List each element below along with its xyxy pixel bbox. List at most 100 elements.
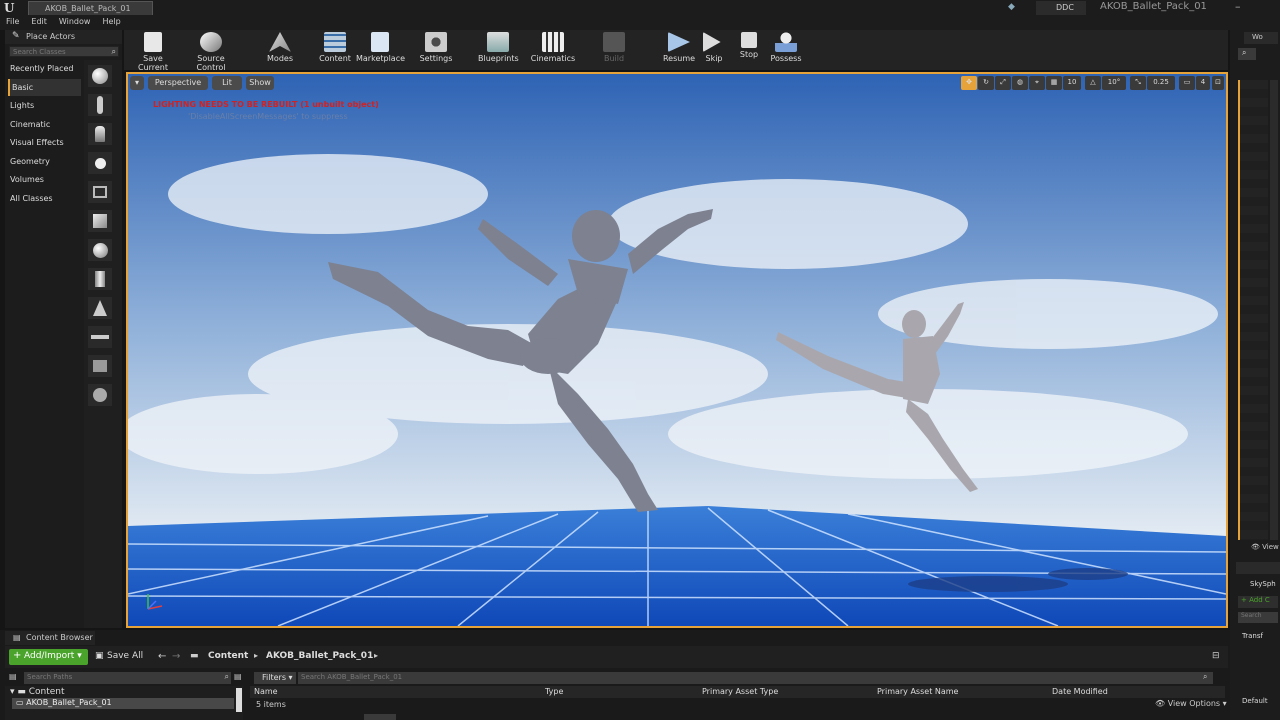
rotation-snap-icon[interactable]: △ — [1085, 76, 1101, 90]
maximize-viewport-icon[interactable]: ⊡ — [1212, 76, 1224, 90]
cone-actor-icon[interactable] — [88, 297, 112, 319]
paths-options-icon[interactable]: ▤ — [234, 672, 244, 684]
character-actor-icon[interactable] — [88, 94, 112, 116]
asset-view-scrollbar[interactable] — [364, 714, 396, 720]
grid-snap-value[interactable]: 10 — [1063, 76, 1081, 90]
modes-button[interactable]: Modes — [262, 32, 298, 68]
build-button[interactable]: Build — [598, 32, 630, 68]
column-date-modified[interactable]: Date Modified — [1052, 687, 1108, 696]
menu-bar: File Edit Window Help — [0, 15, 127, 29]
settings-button[interactable]: Settings — [418, 32, 454, 68]
cylinder-actor-icon[interactable] — [88, 268, 112, 290]
outliner-list[interactable] — [1238, 80, 1268, 540]
perspective-button[interactable]: Perspective — [148, 76, 208, 90]
breadcrumb-content[interactable]: Content — [208, 651, 248, 661]
lock-icon[interactable]: ⊟ — [1212, 651, 1220, 661]
blueprints-button[interactable]: Blueprints — [478, 32, 519, 68]
player-start-icon[interactable] — [88, 123, 112, 145]
ddc-indicator[interactable]: DDC — [1036, 1, 1086, 15]
rotate-tool-icon[interactable]: ↻ — [978, 76, 994, 90]
menu-edit[interactable]: Edit — [25, 15, 53, 29]
category-cinematic[interactable]: Cinematic — [8, 116, 81, 133]
sphere-trigger-icon[interactable] — [88, 384, 112, 406]
outliner-scrollbar[interactable] — [1270, 80, 1278, 540]
possess-button[interactable]: Possess — [768, 32, 804, 68]
class-search-input[interactable]: Search Classes ⌕ — [9, 46, 119, 57]
stop-button[interactable]: Stop — [736, 32, 762, 68]
default-section[interactable]: Default — [1242, 697, 1268, 705]
tree-scrollbar[interactable] — [236, 688, 242, 712]
point-light-icon[interactable] — [88, 152, 112, 174]
tree-item-content[interactable]: ▾ ▬ Content — [10, 687, 65, 697]
minimize-icon[interactable]: – — [1235, 0, 1280, 15]
show-button[interactable]: Show — [246, 76, 274, 90]
breadcrumb-ballet-pack[interactable]: AKOB_Ballet_Pack_01 — [266, 651, 373, 661]
category-geometry[interactable]: Geometry — [8, 153, 81, 170]
grid-snap-icon[interactable]: ▦ — [1046, 76, 1062, 90]
details-search-input[interactable]: Search — [1238, 612, 1278, 623]
blueprints-icon — [487, 32, 509, 52]
surface-snap-icon[interactable]: ⌖ — [1029, 76, 1045, 90]
plane-actor-icon[interactable] — [88, 326, 112, 348]
forward-arrow-icon[interactable]: → — [172, 651, 180, 662]
scale-snap-value[interactable]: 0.25 — [1147, 76, 1175, 90]
menu-help[interactable]: Help — [96, 15, 126, 29]
place-actors-tab[interactable]: ✎ Place Actors — [5, 30, 122, 44]
column-primary-asset-name[interactable]: Primary Asset Name — [877, 687, 958, 696]
column-primary-asset-type[interactable]: Primary Asset Type — [702, 687, 778, 696]
category-all-classes[interactable]: All Classes — [8, 190, 81, 207]
cinematics-button[interactable]: Cinematics — [530, 32, 576, 68]
lit-button[interactable]: Lit — [212, 76, 242, 90]
tree-item-ballet-pack[interactable]: ▭ AKOB_Ballet_Pack_01 — [12, 698, 234, 709]
transform-section[interactable]: Transf — [1242, 632, 1263, 640]
translate-tool-icon[interactable]: ✥ — [961, 76, 977, 90]
save-all-button[interactable]: ▣ Save All — [95, 649, 149, 665]
marketplace-label: Marketplace — [356, 54, 406, 63]
world-local-icon[interactable]: ◍ — [1012, 76, 1028, 90]
marketplace-button[interactable]: Marketplace — [356, 32, 406, 68]
outliner-search-icon[interactable]: ⌕ — [1238, 48, 1256, 60]
sphere-actor-icon[interactable] — [88, 65, 112, 87]
back-arrow-icon[interactable]: ← — [158, 651, 166, 662]
trigger-actor-icon[interactable] — [88, 181, 112, 203]
add-import-button[interactable]: + Add/Import ▾ — [9, 649, 88, 665]
category-recently-placed[interactable]: Recently Placed — [8, 60, 81, 77]
filters-button[interactable]: Filters ▾ — [254, 672, 296, 684]
resume-button[interactable]: Resume — [662, 32, 696, 68]
save-current-button[interactable]: Save Current — [128, 32, 178, 72]
cube-actor-icon[interactable] — [88, 210, 112, 232]
menu-file[interactable]: File — [0, 15, 25, 29]
settings-label: Settings — [419, 54, 453, 63]
source-control-button[interactable]: Source Control — [182, 32, 240, 72]
sphere-mesh-icon[interactable] — [88, 239, 112, 261]
category-volumes[interactable]: Volumes — [8, 171, 81, 188]
add-component-button[interactable]: + Add C — [1238, 596, 1278, 608]
build-label: Build — [603, 54, 625, 63]
category-visual-effects[interactable]: Visual Effects — [8, 134, 81, 151]
notification-icon[interactable]: ◆ — [1008, 2, 1022, 14]
view-options-button[interactable]: 👁 View Options ▾ — [1155, 699, 1227, 708]
menu-window[interactable]: Window — [53, 15, 97, 29]
level-viewport[interactable] — [126, 72, 1228, 628]
outliner-view-options[interactable]: 👁 View — [1251, 543, 1279, 551]
viewport-options-button[interactable]: ▾ — [130, 76, 144, 90]
column-name[interactable]: Name — [254, 687, 278, 696]
sources-panel-icon[interactable]: ▤ — [9, 672, 21, 684]
path-search-input[interactable]: Search Paths ⌕ — [24, 672, 231, 684]
column-type[interactable]: Type — [545, 687, 563, 696]
level-tab[interactable]: AKOB_Ballet_Pack_01 — [28, 1, 153, 15]
asset-search-input[interactable]: Search AKOB_Ballet_Pack_01 — [298, 672, 1213, 684]
rotation-snap-value[interactable]: 10° — [1102, 76, 1126, 90]
world-outliner-tab[interactable]: Wo — [1244, 32, 1278, 44]
category-basic[interactable]: Basic — [8, 79, 81, 96]
scale-tool-icon[interactable]: ⤢ — [995, 76, 1011, 90]
scale-snap-icon[interactable]: ⤡ — [1130, 76, 1146, 90]
box-trigger-icon[interactable] — [88, 355, 112, 377]
content-button[interactable]: Content — [316, 32, 354, 68]
camera-speed-value[interactable]: 4 — [1196, 76, 1210, 90]
tree-root-label: Content — [28, 687, 65, 697]
content-browser-tab[interactable]: ▤ Content Browser — [5, 631, 95, 645]
camera-speed-icon[interactable]: ▭ — [1179, 76, 1195, 90]
skip-button[interactable]: Skip — [700, 32, 728, 68]
category-lights[interactable]: Lights — [8, 97, 81, 114]
